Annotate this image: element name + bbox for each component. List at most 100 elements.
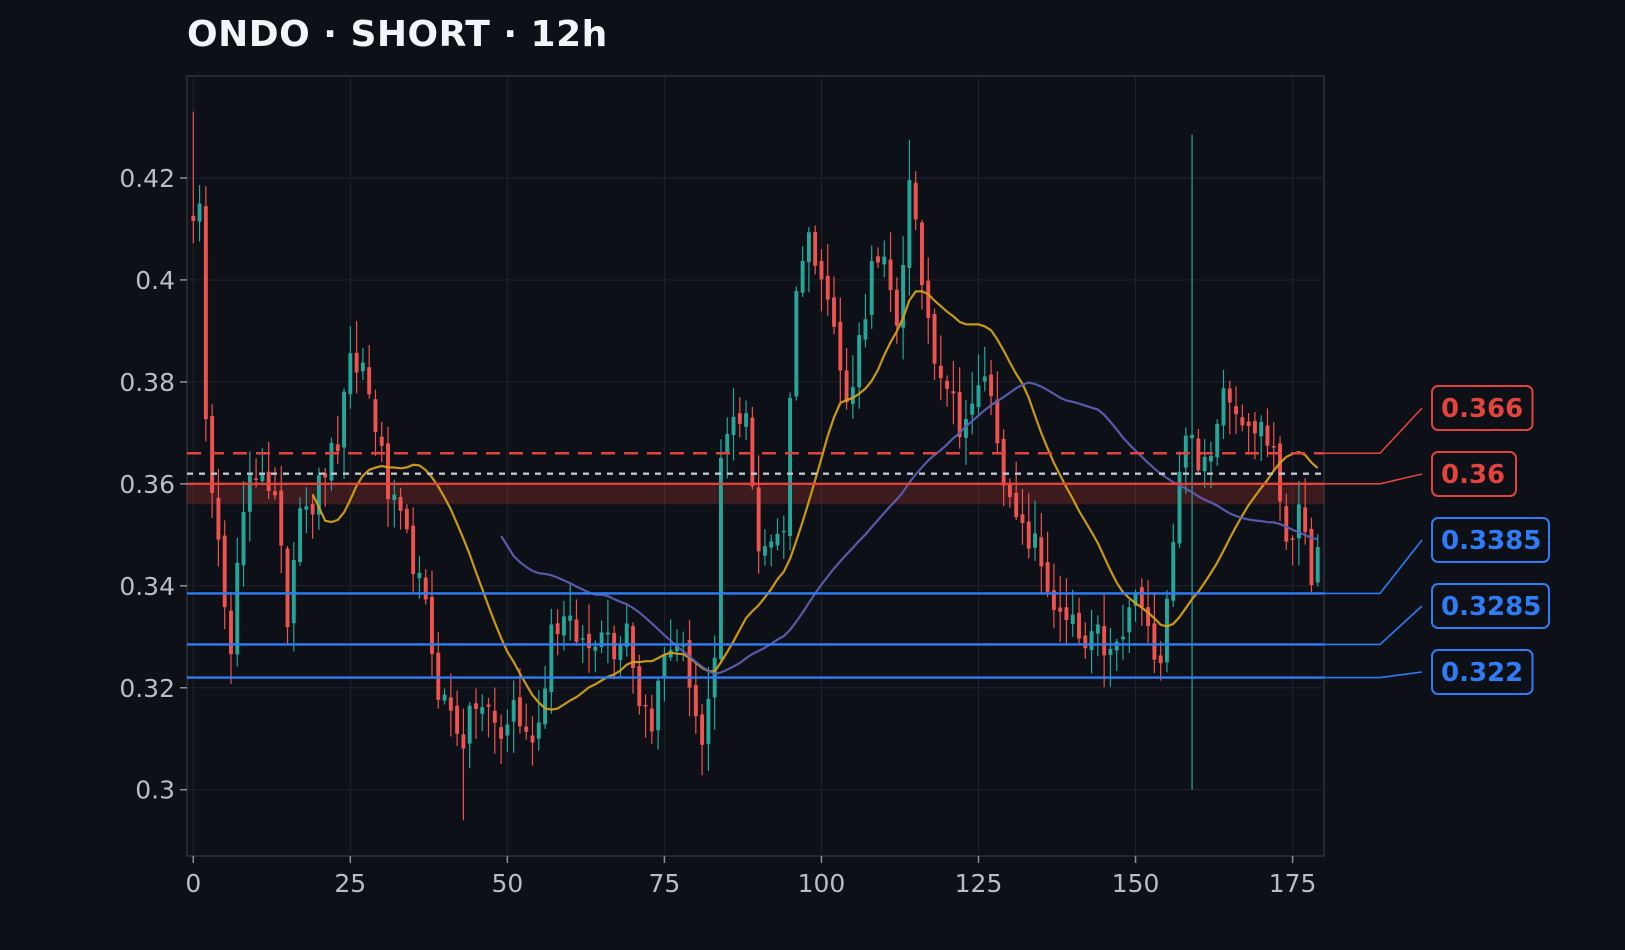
candle-body bbox=[448, 697, 453, 711]
x-tick-label: 50 bbox=[491, 869, 523, 898]
candle-body bbox=[1202, 456, 1207, 472]
candle-body bbox=[656, 680, 661, 731]
candle-body bbox=[719, 458, 723, 660]
candle-body bbox=[555, 623, 560, 635]
candle-body bbox=[1234, 406, 1239, 415]
candle-body bbox=[298, 508, 303, 562]
y-tick-label: 0.3 bbox=[135, 776, 175, 805]
x-tick-label: 25 bbox=[334, 869, 366, 898]
candle-body bbox=[920, 222, 924, 286]
candle-body bbox=[825, 275, 830, 300]
candle-body bbox=[1014, 492, 1019, 518]
candle-body bbox=[1259, 421, 1264, 437]
candle-body bbox=[404, 508, 409, 530]
candle-body bbox=[549, 624, 554, 693]
candle-body bbox=[1108, 649, 1113, 655]
candle-body bbox=[386, 443, 390, 500]
candle-body bbox=[536, 722, 541, 739]
candle-body bbox=[1064, 607, 1069, 621]
candle-body bbox=[995, 399, 1000, 444]
candle-body bbox=[329, 443, 334, 481]
candle-body bbox=[379, 436, 384, 446]
y-tick-label: 0.42 bbox=[119, 164, 175, 193]
candle-body bbox=[461, 734, 466, 749]
candle-body bbox=[1227, 388, 1232, 403]
candle-body bbox=[1020, 514, 1025, 524]
price-level-connector bbox=[1324, 539, 1423, 595]
candle-body bbox=[392, 494, 397, 500]
candle-body bbox=[247, 475, 252, 512]
candle-body bbox=[1171, 542, 1176, 601]
candle-body bbox=[1139, 587, 1144, 608]
candle-body bbox=[643, 704, 648, 707]
candle-body bbox=[1284, 506, 1289, 542]
candle-body bbox=[1007, 483, 1012, 498]
price-level-connector bbox=[1324, 407, 1423, 455]
candle-body bbox=[819, 260, 824, 280]
stop-zone bbox=[187, 483, 1324, 505]
candle-body bbox=[1102, 626, 1107, 656]
candle-body bbox=[894, 289, 899, 326]
candle-body bbox=[517, 697, 522, 727]
candle-body bbox=[769, 541, 774, 548]
x-tick-label: 125 bbox=[955, 869, 1003, 898]
candle-body bbox=[794, 291, 799, 397]
candle-body bbox=[348, 353, 353, 395]
candle-body bbox=[1089, 631, 1094, 651]
candle-body bbox=[1183, 435, 1188, 468]
y-tick-label: 0.32 bbox=[119, 674, 175, 703]
candle-body bbox=[744, 413, 749, 427]
candle-body bbox=[524, 726, 529, 732]
candle-body bbox=[1265, 425, 1270, 446]
candle-body bbox=[367, 367, 372, 395]
candle-body bbox=[467, 705, 472, 744]
price-level-label: 0.3385 bbox=[1441, 526, 1541, 556]
candle-body bbox=[342, 391, 346, 448]
candle-body bbox=[945, 380, 950, 389]
candle-body bbox=[605, 632, 610, 635]
x-tick-label: 175 bbox=[1269, 869, 1317, 898]
y-tick-label: 0.36 bbox=[119, 470, 175, 499]
candle-body bbox=[882, 256, 887, 265]
candle-body bbox=[1240, 417, 1245, 426]
candle-body bbox=[191, 215, 196, 221]
candle-body bbox=[731, 416, 736, 436]
candle-body bbox=[800, 261, 805, 293]
candle-body bbox=[574, 619, 579, 642]
candle-body bbox=[1026, 521, 1031, 549]
candle-body bbox=[1083, 635, 1088, 649]
candle-body bbox=[1290, 538, 1295, 540]
candle-body bbox=[926, 280, 931, 319]
candle-body bbox=[1221, 388, 1226, 426]
candle-body bbox=[932, 313, 937, 364]
candle-body bbox=[982, 376, 987, 382]
candle-body bbox=[511, 700, 516, 722]
candle-body bbox=[1001, 438, 1006, 486]
candle-body bbox=[1208, 455, 1213, 462]
candle-body bbox=[304, 506, 309, 510]
x-tick-label: 75 bbox=[649, 869, 681, 898]
price-level-label: 0.3285 bbox=[1441, 592, 1541, 622]
candle-body bbox=[1196, 438, 1201, 471]
candle-body bbox=[649, 708, 654, 732]
candle-body bbox=[951, 391, 956, 394]
price-level-label: 0.366 bbox=[1441, 394, 1523, 424]
candle-body bbox=[272, 491, 277, 496]
candle-body bbox=[1315, 547, 1320, 583]
candle-body bbox=[775, 533, 780, 546]
candle-body bbox=[360, 362, 365, 372]
candle-body bbox=[662, 654, 667, 678]
candle-body bbox=[398, 496, 403, 511]
candle-body bbox=[706, 698, 711, 744]
y-tick-label: 0.4 bbox=[135, 266, 175, 295]
candle-body bbox=[1121, 636, 1125, 640]
candle-body bbox=[850, 387, 855, 404]
candle-body bbox=[203, 206, 208, 420]
candle-body bbox=[1058, 607, 1063, 612]
candle-body bbox=[492, 710, 497, 723]
candle-body bbox=[813, 231, 818, 266]
candle-body bbox=[637, 666, 642, 707]
candle-body bbox=[210, 416, 215, 493]
candle-body bbox=[832, 297, 836, 327]
x-tick-label: 100 bbox=[798, 869, 846, 898]
